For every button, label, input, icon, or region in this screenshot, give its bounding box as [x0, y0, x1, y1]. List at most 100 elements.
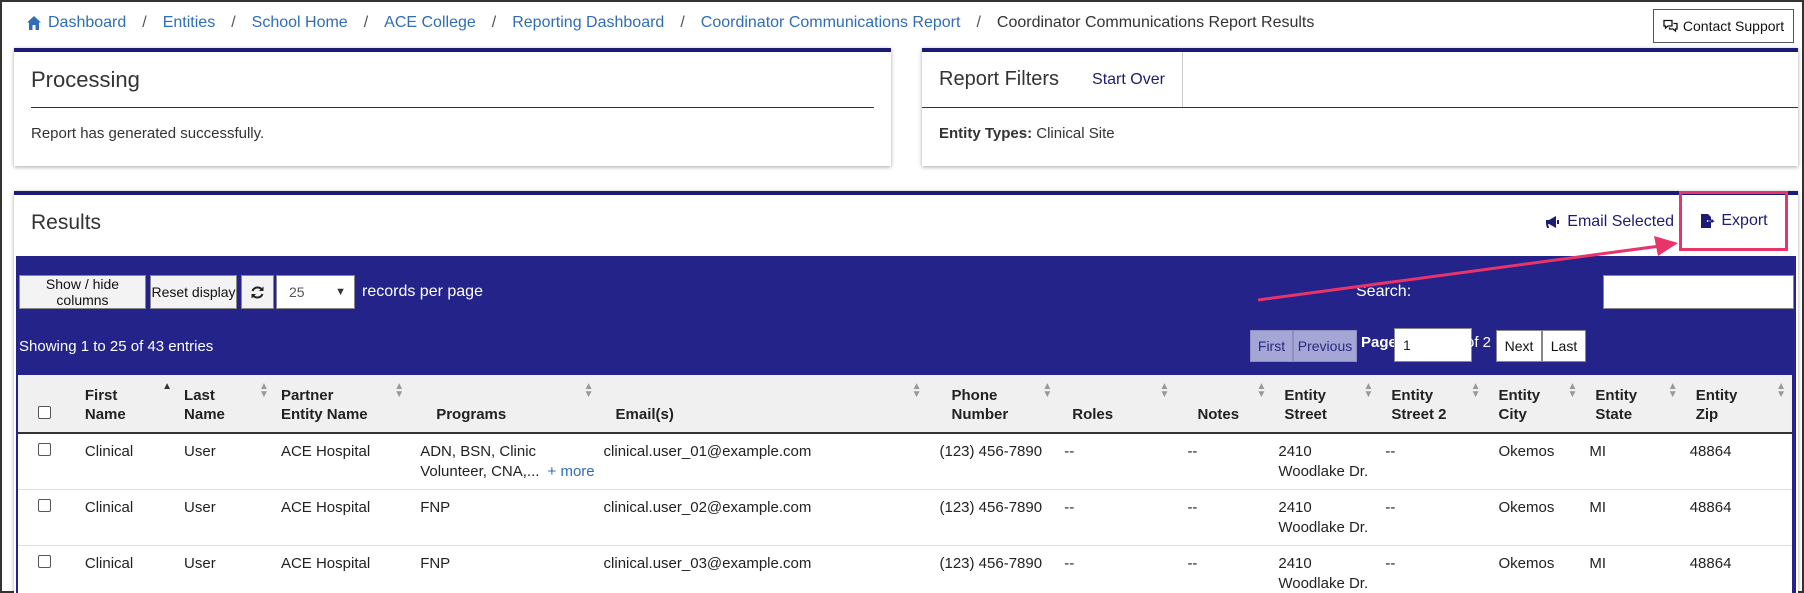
select-all-header[interactable]	[18, 375, 79, 433]
cell-email: clinical.user_01@example.com + more	[548, 433, 928, 490]
sort-icon: ▲ ▼	[394, 381, 405, 400]
cell-state: MI	[1583, 433, 1684, 490]
page-number-input[interactable]: 1	[1394, 328, 1472, 362]
email-selected-label: Email Selected	[1567, 213, 1674, 230]
table-row: Clinical User ACE Hospital FNP clinical.…	[18, 489, 1792, 546]
cell-street: 2410 Woodlake Dr.	[1272, 545, 1380, 593]
cell-first-name: Clinical	[78, 545, 179, 593]
col-entity-state[interactable]: Entity State ▲ ▼	[1583, 375, 1683, 433]
col-roles[interactable]: Roles ▲ ▼	[1058, 375, 1175, 433]
cell-email: clinical.user_02@example.com	[599, 489, 928, 546]
pager-last-button[interactable]: Last	[1542, 330, 1586, 362]
col-partner-entity-name[interactable]: Partner Entity Name ▲ ▼	[275, 375, 410, 433]
breadcrumb-reporting-dashboard[interactable]: Reporting Dashboard	[512, 14, 664, 32]
col-emails[interactable]: Email(s) ▲ ▼	[600, 375, 928, 433]
sort-icon: ▲	[162, 381, 173, 392]
breadcrumb-school-home[interactable]: School Home	[252, 14, 348, 32]
contact-support-button[interactable]: Contact Support	[1653, 9, 1794, 43]
pager-first-button[interactable]: First	[1250, 330, 1293, 362]
sort-icon: ▲ ▼	[1567, 381, 1578, 400]
chevron-down-icon: ▼	[335, 286, 346, 298]
cell-zip: 48864	[1683, 489, 1792, 546]
processing-header: Processing	[31, 52, 874, 108]
breadcrumb-separator: /	[976, 14, 981, 31]
reset-display-button[interactable]: Reset display	[150, 275, 237, 309]
cell-street: 2410 Woodlake Dr.	[1272, 489, 1380, 546]
cell-zip: 48864	[1683, 433, 1792, 490]
col-first-name[interactable]: First Name ▲	[79, 375, 178, 433]
col-entity-street[interactable]: Entity Street ▲ ▼	[1272, 375, 1379, 433]
export-button[interactable]: Export	[1679, 191, 1788, 251]
processing-message: Report has generated successfully.	[31, 125, 265, 142]
sort-icon: ▲ ▼	[259, 381, 269, 400]
table-row: Clinical User ACE Hospital FNP clinical.…	[18, 545, 1792, 593]
cell-last-name: User	[178, 433, 275, 490]
email-selected-button[interactable]: Email Selected	[1545, 213, 1674, 231]
col-phone-number[interactable]: Phone Number ▲ ▼	[928, 375, 1059, 433]
table-row: Clinical User ACE Hospital ADN, BSN, Cli…	[18, 433, 1792, 490]
pager-next-button[interactable]: Next	[1496, 330, 1542, 362]
show-hide-columns-button[interactable]: Show / hide columns	[19, 275, 146, 309]
row-checkbox[interactable]	[38, 498, 51, 512]
breadcrumb-entities[interactable]: Entities	[163, 14, 215, 32]
datatable-toolbar: Show / hide columns Reset display 25 ▼ r…	[16, 256, 1796, 593]
row-checkbox[interactable]	[38, 554, 51, 568]
cell-street2: --	[1379, 433, 1487, 490]
cell-notes: --	[1175, 433, 1273, 490]
cell-first-name: Clinical	[78, 489, 179, 546]
breadcrumb-ace-college[interactable]: ACE College	[384, 14, 476, 32]
cell-partner: ACE Hospital	[274, 489, 411, 546]
showing-entries-text: Showing 1 to 25 of 43 entries	[19, 338, 214, 355]
processing-title: Processing	[31, 66, 140, 92]
breadcrumb-separator: /	[491, 14, 497, 31]
entity-types-label: Entity Types:	[939, 125, 1033, 142]
processing-panel: Processing Report has generated successf…	[14, 48, 891, 166]
breadcrumb-dashboard[interactable]: Dashboard	[48, 14, 126, 32]
more-programs-link[interactable]: + more	[548, 463, 595, 480]
search-label: Search:	[1356, 283, 1412, 300]
sort-icon: ▲ ▼	[1159, 381, 1170, 400]
filters-body: Entity Types: Clinical Site	[922, 108, 1798, 159]
records-per-page-value: 25	[289, 284, 305, 300]
row-checkbox[interactable]	[38, 443, 51, 456]
cell-state: MI	[1583, 489, 1684, 546]
cell-street2: --	[1379, 489, 1487, 546]
pager-previous-button[interactable]: Previous	[1293, 330, 1357, 362]
records-per-page-select[interactable]: 25 ▼	[276, 275, 355, 309]
cell-first-name: Clinical	[78, 433, 179, 490]
col-notes[interactable]: Notes ▲ ▼	[1175, 375, 1272, 433]
col-programs[interactable]: Programs ▲ ▼	[410, 375, 599, 433]
results-header: Results Email Selected Export	[14, 191, 1798, 251]
sort-icon: ▲ ▼	[583, 381, 594, 400]
select-all-checkbox[interactable]	[38, 406, 51, 419]
cell-notes: --	[1175, 489, 1273, 546]
breadcrumb-current: Coordinator Communications Report Result…	[996, 14, 1315, 31]
export-label: Export	[1721, 212, 1768, 229]
breadcrumb-separator: /	[231, 14, 236, 31]
refresh-button[interactable]	[241, 275, 274, 309]
cell-street2: --	[1379, 545, 1487, 593]
cell-city: Okemos	[1486, 433, 1584, 490]
cell-programs: FNP	[410, 489, 600, 546]
cell-notes: --	[1175, 545, 1273, 593]
col-last-name[interactable]: Last Name ▲ ▼	[178, 375, 275, 433]
search-input[interactable]	[1603, 275, 1794, 309]
report-filters-panel: Report Filters Start Over Entity Types: …	[922, 48, 1798, 166]
cell-street: 2410 Woodlake Dr.	[1272, 433, 1380, 490]
start-over-link[interactable]: Start Over	[1092, 52, 1183, 107]
sort-icon: ▲ ▼	[1042, 381, 1053, 400]
file-export-icon	[1701, 214, 1716, 228]
sort-icon: ▲ ▼	[1667, 381, 1678, 400]
page-of-label: of 2	[1466, 334, 1492, 351]
breadcrumb: Dashboard / Entities / School Home / ACE…	[26, 12, 1314, 34]
cell-city: Okemos	[1486, 545, 1584, 593]
cell-zip: 48864	[1683, 545, 1792, 593]
breadcrumb-coordinator-report[interactable]: Coordinator Communications Report	[701, 14, 961, 32]
entity-types-value: Clinical Site	[1036, 125, 1115, 142]
cell-last-name: User	[178, 489, 275, 546]
cell-city: Okemos	[1486, 489, 1584, 546]
col-entity-city[interactable]: Entity City ▲ ▼	[1486, 375, 1583, 433]
col-entity-zip[interactable]: Entity Zip ▲ ▼	[1684, 375, 1792, 433]
sort-icon: ▲ ▼	[1256, 381, 1267, 400]
col-entity-street-2[interactable]: Entity Street 2 ▲ ▼	[1379, 375, 1486, 433]
